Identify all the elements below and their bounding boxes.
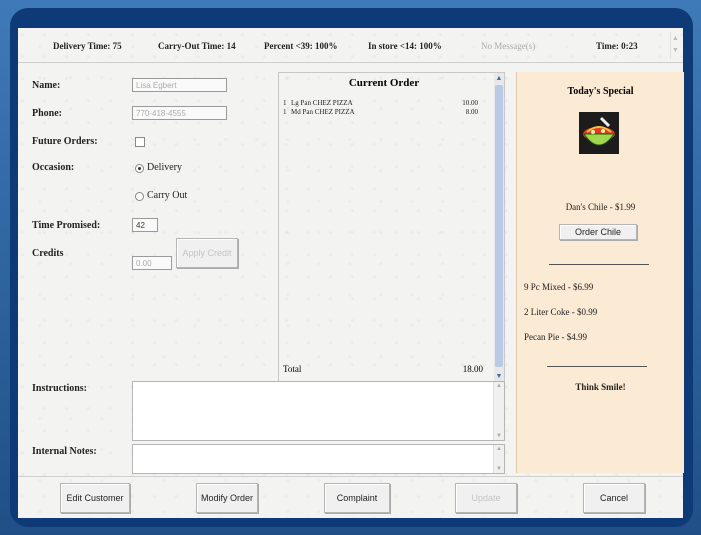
cancel-button[interactable]: Cancel (583, 483, 645, 513)
order-chile-button[interactable]: Order Chile (559, 224, 637, 240)
deal-item: 9 Pc Mixed - $6.99 (524, 282, 594, 292)
status-scrollbar[interactable]: ▲ ▼ (670, 32, 681, 58)
order-item-name: Md Pan CHEZ PIZZA (291, 108, 355, 116)
instructions-field[interactable]: ▲ ▼ (132, 381, 505, 441)
complaint-button[interactable]: Complaint (324, 483, 390, 513)
modify-order-button[interactable]: Modify Order (196, 483, 258, 513)
edit-customer-button[interactable]: Edit Customer (60, 483, 130, 513)
scroll-up-icon[interactable]: ▲ (671, 32, 680, 44)
future-orders-label: Future Orders: (32, 136, 98, 147)
phone-label: Phone: (32, 108, 62, 119)
scroll-up-icon[interactable]: ▲ (494, 73, 504, 83)
apply-credit-button[interactable]: Apply Credit (176, 238, 238, 268)
current-order-title: Current Order (348, 77, 420, 89)
order-total-value: 18.00 (462, 364, 483, 374)
action-bar: Edit Customer Modify Order Complaint Upd… (18, 476, 683, 519)
internal-notes-field[interactable]: ▲ ▼ (132, 444, 505, 474)
delivery-radio[interactable] (135, 164, 144, 173)
deal-item: 2 Liter Coke - $0.99 (524, 307, 598, 317)
order-total-row: Total 18.00 (283, 364, 483, 374)
delivery-time: Delivery Time: 75 (53, 41, 122, 51)
special-item-text: Dan's Chile - $1.99 (565, 202, 636, 212)
scroll-up-icon[interactable]: ▲ (495, 446, 503, 452)
scroll-down-icon[interactable]: ▼ (495, 466, 503, 472)
instructions-scrollbar[interactable]: ▲ ▼ (493, 382, 504, 440)
scroll-down-icon[interactable]: ▼ (494, 371, 504, 381)
deal-item: Pecan Pie - $4.99 (524, 332, 587, 342)
in-store-stat: In store <14: 100% (368, 41, 442, 51)
carry-out-radio[interactable] (135, 192, 144, 201)
phone-field[interactable]: 770-418-4555 (132, 106, 227, 120)
time-promised-label: Time Promised: (32, 220, 101, 231)
internal-notes-label: Internal Notes: (32, 446, 97, 457)
instructions-label: Instructions: (32, 383, 88, 394)
order-entry-window: Delivery Time: 75 Carry-Out Time: 14 Per… (18, 28, 684, 519)
todays-special-panel: Today's Special Dan's Chile - $1.99 Orde… (516, 72, 684, 473)
special-divider (549, 264, 649, 265)
scroll-down-icon[interactable]: ▼ (671, 44, 680, 56)
update-button[interactable]: Update (455, 483, 517, 513)
carry-out-time: Carry-Out Time: 14 (158, 41, 236, 51)
special-title: Today's Special (567, 86, 634, 97)
order-item-price: 10.00 (462, 99, 478, 107)
order-item-price: 8.00 (465, 108, 478, 116)
special-divider (547, 366, 647, 367)
carry-out-radio-label[interactable]: Carry Out (147, 190, 187, 201)
order-item-name: Lg Pan CHEZ PIZZA (291, 99, 353, 107)
order-item-qty: 1 (283, 108, 287, 116)
credits-label: Credits (32, 248, 64, 259)
time-promised-field[interactable]: 42 (132, 218, 158, 232)
internal-notes-scrollbar[interactable]: ▲ ▼ (493, 445, 504, 473)
future-orders-checkbox[interactable] (135, 137, 145, 147)
scroll-up-icon[interactable]: ▲ (495, 383, 503, 389)
scroll-thumb[interactable] (495, 85, 503, 367)
current-order-panel: Current Order 1 Lg Pan CHEZ PIZZA 10.00 … (278, 72, 505, 382)
clock: Time: 0:23 (596, 41, 638, 51)
name-label: Name: (32, 80, 61, 91)
status-bar: Delivery Time: 75 Carry-Out Time: 14 Per… (18, 28, 683, 63)
name-field[interactable]: Lisa Egbert (132, 78, 227, 92)
slogan: Think Smile! (575, 382, 626, 392)
percent-stat: Percent <39: 100% (264, 41, 338, 51)
occasion-label: Occasion: (32, 162, 75, 173)
chile-bowl-icon (579, 112, 619, 154)
messages-status[interactable]: No Message(s) (481, 41, 535, 51)
scroll-down-icon[interactable]: ▼ (495, 433, 503, 439)
order-item-qty: 1 (283, 99, 287, 107)
delivery-radio-label[interactable]: Delivery (147, 162, 182, 173)
order-total-label: Total (283, 364, 302, 374)
order-scrollbar[interactable]: ▲ ▼ (494, 73, 504, 381)
credits-field[interactable]: 0.00 (132, 256, 172, 270)
